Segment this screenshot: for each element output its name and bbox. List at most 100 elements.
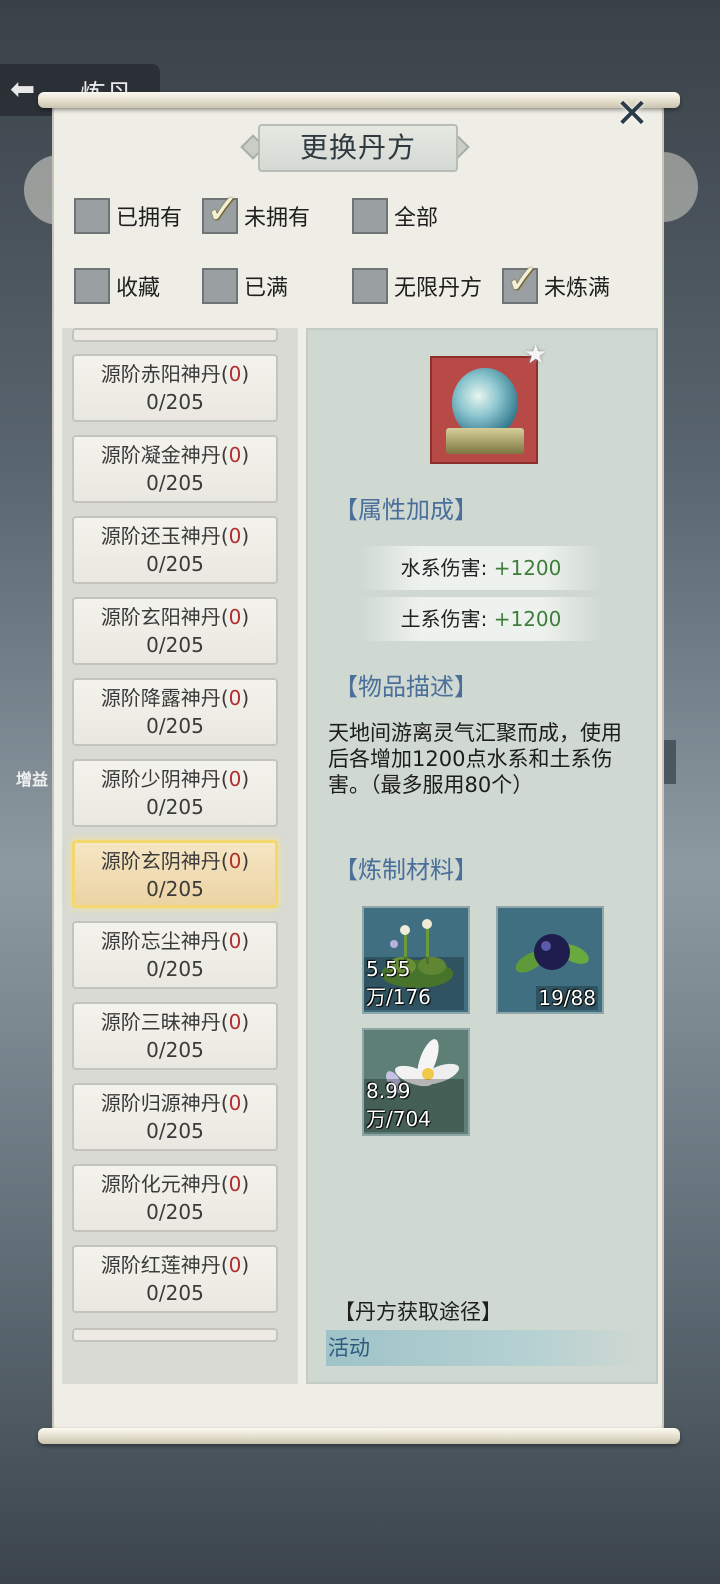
attr-row: 土系伤害: +1200 xyxy=(360,597,602,641)
recipe-name: 源阶红莲神丹(0) xyxy=(74,1251,276,1279)
recipe-progress: 0/205 xyxy=(146,795,204,819)
recipe-count-open: ( xyxy=(220,1172,229,1196)
recipe-name: 源阶玄阳神丹(0) xyxy=(74,603,276,631)
recipe-list-item[interactable]: 源阶三昧神丹(0) 0/205 xyxy=(72,1002,278,1070)
attr-label: 土系伤害: xyxy=(400,607,488,631)
filter-not-owned-label: 未拥有 xyxy=(244,206,311,231)
material-quantity: 5.55万/176 xyxy=(364,957,464,1010)
recipe-count-open: ( xyxy=(220,524,229,548)
recipe-list-item[interactable]: 源阶归源神丹(0) 0/205 xyxy=(72,1083,278,1151)
recipe-owned-count: 0 xyxy=(228,767,242,791)
checkbox-owned[interactable] xyxy=(74,198,110,234)
item-description: 天地间游离灵气汇聚而成，使用后各增加1200点水系和土系伤害。（最多服用80个） xyxy=(328,721,622,797)
recipe-count-open: ( xyxy=(220,929,229,953)
checkbox-all[interactable] xyxy=(352,198,388,234)
recipe-name-text: 源阶赤阳神丹 xyxy=(100,362,221,386)
back-arrow-icon[interactable]: ⬅ xyxy=(10,72,35,107)
recipe-progress: 0/205 xyxy=(146,1281,204,1305)
recipe-count-close: ) xyxy=(241,1253,250,1277)
recipe-name: 源阶赤阳神丹(0) xyxy=(74,360,276,388)
recipe-name-text: 源阶三昧神丹 xyxy=(100,1010,221,1034)
attr-section-title: 【属性加成】 xyxy=(334,496,478,524)
attr-value: +1200 xyxy=(493,556,562,580)
recipe-name: 源阶三昧神丹(0) xyxy=(74,1008,276,1036)
recipe-name: 源阶降露神丹(0) xyxy=(74,684,276,712)
recipe-name-text: 源阶还玉神丹 xyxy=(100,524,221,548)
recipe-name-text: 源阶归源神丹 xyxy=(100,1091,221,1115)
checkbox-not-maxed[interactable]: ✓ xyxy=(502,260,540,304)
elixir-item-icon[interactable] xyxy=(430,356,538,464)
recipe-progress: 0/205 xyxy=(146,390,204,414)
material-slot[interactable]: 5.55万/176 xyxy=(362,906,470,1014)
source-link-activity[interactable]: 活动 xyxy=(326,1330,642,1366)
recipe-owned-count: 0 xyxy=(228,605,242,629)
recipe-list-item[interactable]: 源阶化元神丹(0) 0/205 xyxy=(72,1164,278,1232)
attr-label: 水系伤害: xyxy=(400,556,488,580)
scroll-rod-top xyxy=(38,92,680,108)
filter-all-label: 全部 xyxy=(394,206,439,231)
recipe-list[interactable]: 源阶赤阳神丹(0) 0/205 源阶凝金神丹(0) 0/205 源阶还玉神丹(0) 0/2… xyxy=(62,328,298,1384)
recipe-name-text: 源阶玄阳神丹 xyxy=(100,605,221,629)
desc-section-title: 【物品描述】 xyxy=(334,673,478,701)
recipe-name: 源阶归源神丹(0) xyxy=(74,1089,276,1117)
filter-unlimited-label: 无限丹方 xyxy=(394,276,483,301)
recipe-progress: 0/205 xyxy=(146,1200,204,1224)
checkbox-favorite[interactable] xyxy=(74,268,110,304)
recipe-progress: 0/205 xyxy=(146,957,204,981)
recipe-progress: 0/205 xyxy=(146,877,204,901)
checkbox-not-owned[interactable]: ✓ xyxy=(202,190,240,234)
recipe-list-item[interactable]: 源阶还玉神丹(0) 0/205 xyxy=(72,516,278,584)
checkmark-icon: ✓ xyxy=(206,187,240,233)
recipe-count-close: ) xyxy=(241,1010,250,1034)
recipe-progress: 0/205 xyxy=(146,1119,204,1143)
recipe-list-item[interactable]: 源阶忘尘神丹(0) 0/205 xyxy=(72,921,278,989)
recipe-list-item[interactable]: 源阶少阴神丹(0) 0/205 xyxy=(72,759,278,827)
filter-full[interactable]: 已满 xyxy=(202,266,288,306)
checkmark-icon: ✓ xyxy=(506,257,540,303)
recipe-owned-count: 0 xyxy=(228,849,242,873)
recipe-count-close: ) xyxy=(241,929,250,953)
recipe-progress: 0/205 xyxy=(146,552,204,576)
checkbox-full[interactable] xyxy=(202,268,238,304)
filter-owned[interactable]: 已拥有 xyxy=(74,196,182,236)
filter-favorite-label: 收藏 xyxy=(116,276,161,301)
recipe-count-open: ( xyxy=(220,605,229,629)
close-icon[interactable]: ✕ xyxy=(612,94,652,134)
favorite-star-icon[interactable]: ★ xyxy=(524,340,547,370)
recipe-count-close: ) xyxy=(241,1172,250,1196)
attr-value: +1200 xyxy=(493,607,562,631)
filter-not-maxed-label: 未炼满 xyxy=(544,276,611,301)
recipe-name: 源阶忘尘神丹(0) xyxy=(74,927,276,955)
recipe-progress: 0/205 xyxy=(146,714,204,738)
recipe-list-item[interactable]: 源阶玄阴神丹(0) 0/205 xyxy=(72,840,278,908)
recipe-count-close: ) xyxy=(241,524,250,548)
recipe-list-item[interactable]: 源阶降露神丹(0) 0/205 xyxy=(72,678,278,746)
filter-favorite[interactable]: 收藏 xyxy=(74,266,160,306)
materials-section-title: 【炼制材料】 xyxy=(334,856,478,884)
recipe-list-item[interactable]: 源阶凝金神丹(0) 0/205 xyxy=(72,435,278,503)
recipe-count-close: ) xyxy=(241,443,250,467)
recipe-name-text: 源阶红莲神丹 xyxy=(100,1253,221,1277)
recipe-count-open: ( xyxy=(220,767,229,791)
recipe-progress: 0/205 xyxy=(146,471,204,495)
recipe-name: 源阶凝金神丹(0) xyxy=(74,441,276,469)
recipe-list-item[interactable]: 源阶红莲神丹(0) 0/205 xyxy=(72,1245,278,1313)
filter-unlimited[interactable]: 无限丹方 xyxy=(352,266,482,306)
elixir-base xyxy=(446,428,524,454)
recipe-count-open: ( xyxy=(220,686,229,710)
recipe-count-close: ) xyxy=(241,767,250,791)
filter-not-maxed[interactable]: ✓ 未炼满 xyxy=(502,260,611,306)
recipe-count-open: ( xyxy=(220,1091,229,1115)
material-slot[interactable]: 19/88 xyxy=(496,906,604,1014)
recipe-owned-count: 0 xyxy=(228,362,242,386)
recipe-count-open: ( xyxy=(220,443,229,467)
recipe-count-close: ) xyxy=(241,686,250,710)
filter-not-owned[interactable]: ✓ 未拥有 xyxy=(202,190,311,236)
material-slot[interactable]: 8.99万/704 xyxy=(362,1028,470,1136)
checkbox-unlimited[interactable] xyxy=(352,268,388,304)
attr-row: 水系伤害: +1200 xyxy=(360,546,602,590)
filter-all[interactable]: 全部 xyxy=(352,196,438,236)
list-item-partial-top xyxy=(72,328,278,342)
recipe-list-item[interactable]: 源阶玄阳神丹(0) 0/205 xyxy=(72,597,278,665)
recipe-list-item[interactable]: 源阶赤阳神丹(0) 0/205 xyxy=(72,354,278,422)
